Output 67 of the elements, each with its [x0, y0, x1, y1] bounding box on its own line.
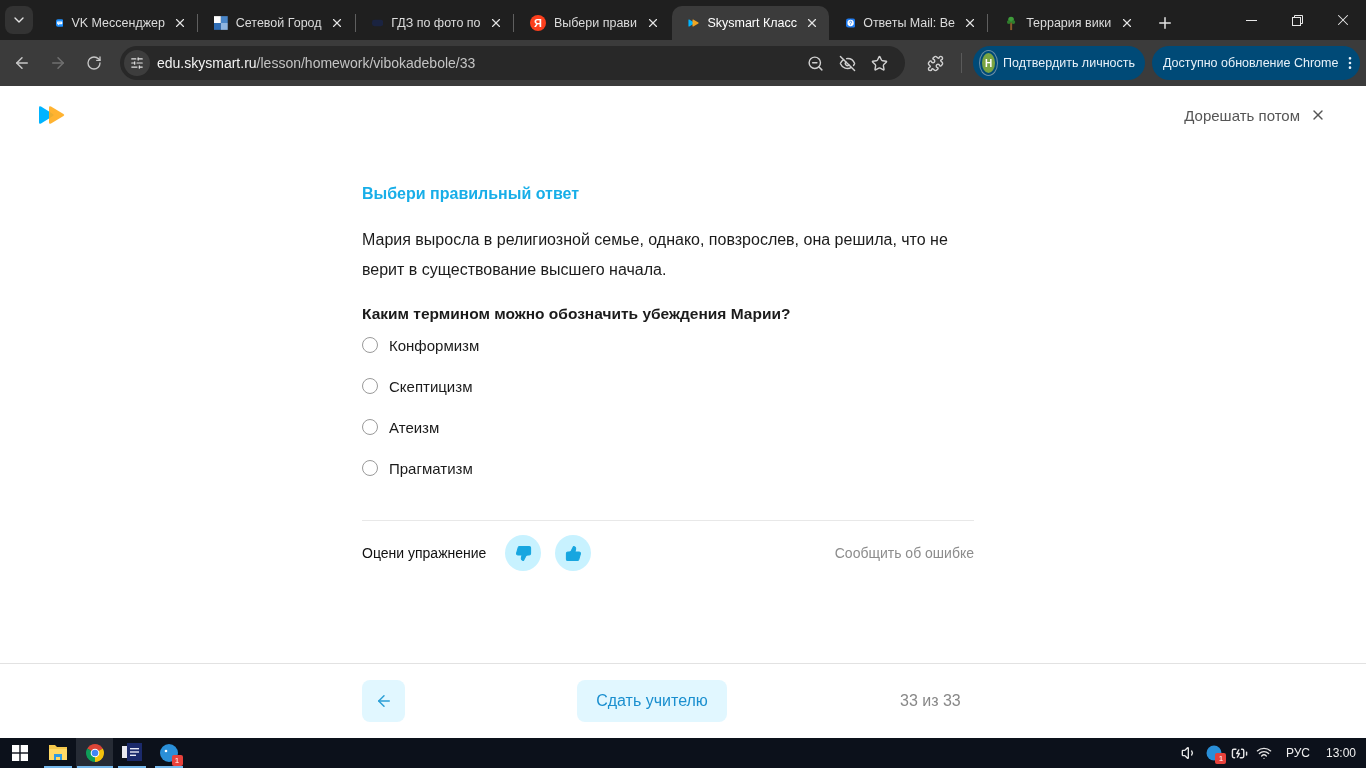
- browser-tab[interactable]: Я Выбери прави: [514, 6, 671, 40]
- browser-tab[interactable]: ГДЗ по фото по: [356, 6, 513, 40]
- url-text: edu.skysmart.ru/lesson/homework/vibokadebole/33: [157, 55, 477, 71]
- close-icon: [963, 16, 977, 30]
- browser-tab[interactable]: Сетевой Город: [198, 6, 355, 40]
- windows-logo-icon: [11, 745, 28, 761]
- reload-icon: [86, 55, 102, 71]
- report-error-link[interactable]: Сообщить об ошибке: [834, 545, 974, 561]
- minimize-icon: [1245, 19, 1257, 21]
- radio-button[interactable]: [362, 460, 378, 476]
- notification-badge: 1: [1215, 753, 1227, 764]
- answer-option[interactable]: Прагматизм: [362, 458, 473, 478]
- thumbs-down-icon: [514, 544, 532, 562]
- play-favicon: [688, 17, 700, 29]
- star-icon: [870, 54, 888, 72]
- site-info-button[interactable]: [124, 50, 150, 76]
- restore-icon: [1291, 14, 1303, 26]
- finish-later-button[interactable]: Дорешать потом: [1184, 106, 1300, 124]
- wifi-icon[interactable]: [1256, 745, 1273, 761]
- verify-identity-label: Подтвердить личность: [1003, 56, 1135, 70]
- close-icon: [646, 16, 660, 30]
- sliders-icon: [130, 56, 144, 70]
- answer-option[interactable]: Конформизм: [362, 335, 480, 355]
- taskbar-app-button[interactable]: 1: [150, 738, 187, 768]
- browser-tab[interactable]: Ответы Mail: Ве: [830, 6, 987, 40]
- radio-button[interactable]: [362, 337, 378, 353]
- browser-tab[interactable]: Skysmart Класс: [672, 6, 829, 40]
- rating-label: Оцени упражнение: [362, 545, 487, 561]
- notification-badge: 1: [171, 755, 183, 766]
- radio-button[interactable]: [362, 378, 378, 394]
- letter-favicon: Я: [530, 15, 546, 31]
- thumbs-up-icon: [564, 544, 582, 562]
- document-icon: [121, 743, 142, 761]
- grid-favicon: [214, 15, 228, 31]
- dim-favicon: [372, 19, 384, 27]
- radio-button[interactable]: [362, 419, 378, 435]
- language-indicator[interactable]: РУС: [1285, 746, 1310, 760]
- close-icon: [173, 16, 187, 30]
- folder-icon: [47, 743, 68, 761]
- browser-icon: [84, 743, 105, 763]
- like-button[interactable]: [555, 535, 592, 571]
- browser-tab[interactable]: VK Мессенджер: [40, 6, 197, 40]
- verify-identity-button[interactable]: Н Подтвердить личность: [973, 46, 1145, 80]
- eye-off-icon: [838, 54, 856, 72]
- answer-option[interactable]: Скептицизм: [362, 376, 473, 396]
- question-favicon: [846, 15, 856, 31]
- update-label: Доступно обновление Chrome: [1163, 56, 1339, 70]
- puzzle-icon: [926, 54, 944, 72]
- progress-counter: 33 из 33: [900, 692, 961, 710]
- arrow-right-icon: [49, 54, 67, 72]
- clock-text[interactable]: 13:00: [1325, 746, 1356, 760]
- tab-search-button[interactable]: [5, 6, 33, 34]
- task-heading: Выбери правильный ответ: [362, 184, 581, 204]
- zoom-out-icon: [806, 54, 824, 72]
- plus-icon: [1156, 14, 1174, 32]
- profile-avatar: Н: [982, 53, 996, 73]
- update-chrome-button[interactable]: Доступно обновление Chrome: [1152, 46, 1360, 80]
- logo-icon: [38, 105, 66, 125]
- taskbar-app-button[interactable]: [76, 738, 113, 768]
- task-text: Мария выросла в религиозной семье, однако, повзрослев, она решила, что не верит в существование высшего начала.: [362, 230, 949, 280]
- browser-tab[interactable]: Террария вики: [988, 6, 1145, 40]
- close-icon: [805, 16, 819, 30]
- dislike-button[interactable]: [505, 535, 542, 571]
- address-field[interactable]: edu.skysmart.ru/lesson/homework/vibokadebole/33: [120, 46, 905, 80]
- answer-option[interactable]: Атеизм: [362, 417, 440, 437]
- round-app-icon: [158, 743, 179, 763]
- question-text: Каким термином можно обозначить убеждения Марии?: [362, 304, 792, 324]
